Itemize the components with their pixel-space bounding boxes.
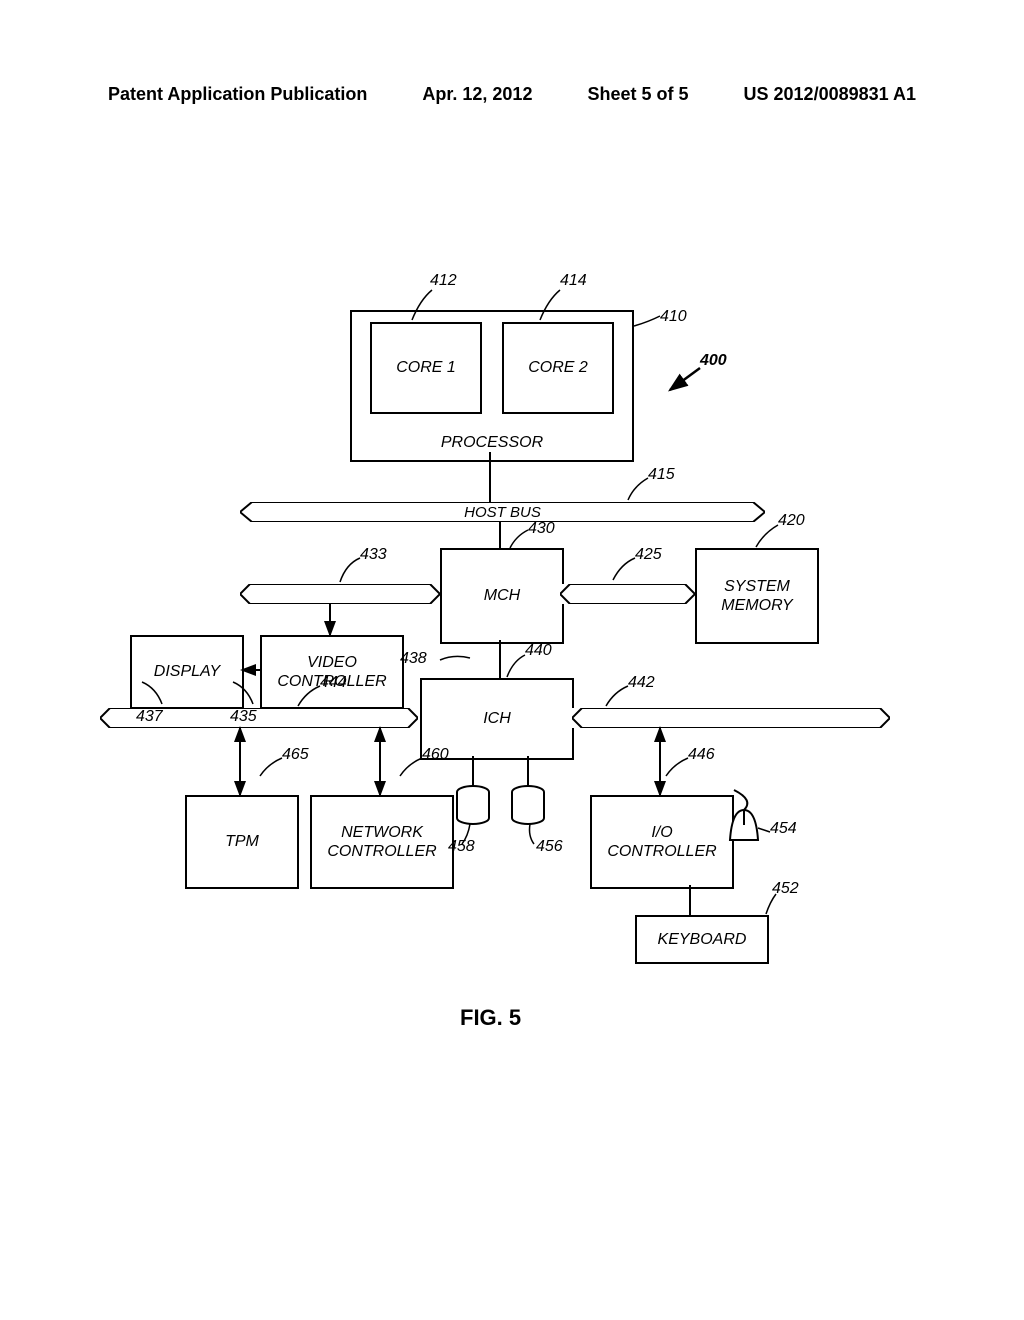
- ref-437: 437: [136, 708, 163, 726]
- publication-label: Patent Application Publication: [108, 84, 367, 105]
- pubno-label: US 2012/0089831 A1: [744, 84, 916, 105]
- disk-458-icon: [457, 786, 489, 824]
- agp-bus: [240, 584, 440, 604]
- ref-414: 414: [560, 272, 587, 290]
- ref-420: 420: [778, 512, 805, 530]
- io-controller-block: I/O CONTROLLER: [590, 795, 734, 889]
- ref-442: 442: [628, 674, 655, 692]
- diagram-figure: PROCESSOR CORE 1 CORE 2 HOST BUS MCH SYS…: [130, 280, 900, 980]
- display-block: DISPLAY: [130, 635, 244, 709]
- core1-label: CORE 1: [396, 358, 456, 377]
- date-label: Apr. 12, 2012: [422, 84, 532, 105]
- ref-452: 452: [772, 880, 799, 898]
- host-bus-label: HOST BUS: [240, 502, 765, 522]
- ref-400: 400: [700, 352, 727, 370]
- ref-435: 435: [230, 708, 257, 726]
- keyboard-label: KEYBOARD: [658, 930, 747, 949]
- core1-block: CORE 1: [370, 322, 482, 414]
- io-controller-label: I/O CONTROLLER: [607, 823, 716, 861]
- ref-415: 415: [648, 466, 675, 484]
- mch-block: MCH: [440, 548, 564, 644]
- ref-410: 410: [660, 308, 687, 326]
- ref-440: 440: [525, 642, 552, 660]
- ich-label: ICH: [483, 709, 511, 728]
- mch-label: MCH: [484, 586, 520, 605]
- ref-465: 465: [282, 746, 309, 764]
- figure-caption: FIG. 5: [460, 1005, 521, 1031]
- page: Patent Application Publication Apr. 12, …: [0, 0, 1024, 1320]
- display-label: DISPLAY: [154, 662, 220, 681]
- ref-458: 458: [448, 838, 475, 856]
- memory-bus: [560, 584, 695, 604]
- tpm-label: TPM: [225, 832, 259, 851]
- processor-label: PROCESSOR: [441, 433, 543, 452]
- ref-430: 430: [528, 520, 555, 538]
- core2-block: CORE 2: [502, 322, 614, 414]
- ref-454: 454: [770, 820, 797, 838]
- sheet-label: Sheet 5 of 5: [587, 84, 688, 105]
- keyboard-block: KEYBOARD: [635, 915, 769, 964]
- ref-456: 456: [536, 838, 563, 856]
- video-controller-block: VIDEO CONTROLLER: [260, 635, 404, 709]
- ref-446: 446: [688, 746, 715, 764]
- ref-444: 444: [320, 674, 347, 692]
- ref-438: 438: [400, 650, 427, 668]
- ref-460: 460: [422, 746, 449, 764]
- system-memory-block: SYSTEM MEMORY: [695, 548, 819, 644]
- page-header: Patent Application Publication Apr. 12, …: [108, 84, 916, 105]
- ref-433: 433: [360, 546, 387, 564]
- disk-456-icon: [512, 786, 544, 824]
- system-memory-label: SYSTEM MEMORY: [721, 577, 792, 615]
- network-controller-block: NETWORK CONTROLLER: [310, 795, 454, 889]
- pci-bus-right: [572, 708, 890, 728]
- mouse-icon: [730, 790, 758, 840]
- ref-412: 412: [430, 272, 457, 290]
- network-controller-label: NETWORK CONTROLLER: [327, 823, 436, 861]
- core2-label: CORE 2: [528, 358, 588, 377]
- tpm-block: TPM: [185, 795, 299, 889]
- ref-425: 425: [635, 546, 662, 564]
